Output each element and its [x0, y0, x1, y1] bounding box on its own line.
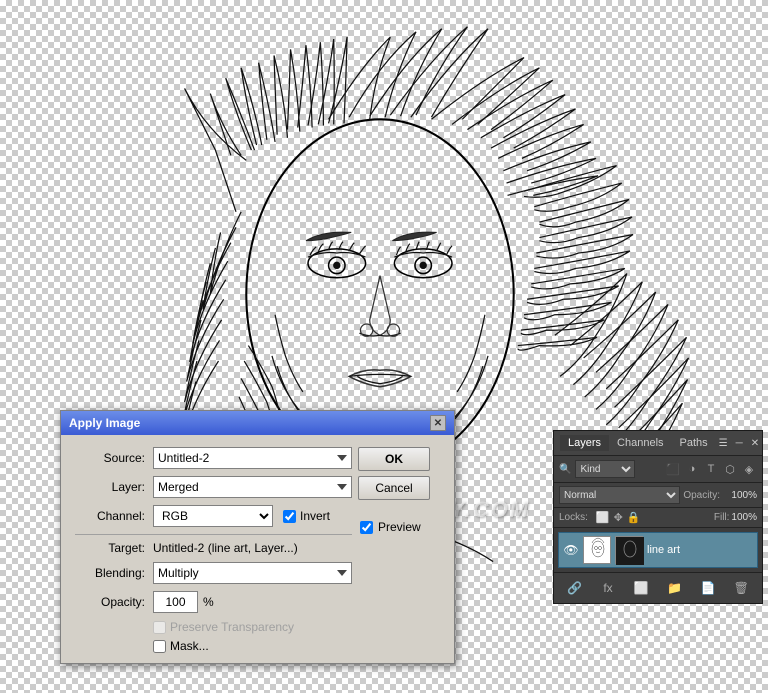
channel-row: Channel: RGB Invert	[75, 505, 352, 527]
panel-controls: ☰ ─ ✕	[716, 437, 762, 450]
mask-checkbox[interactable]	[153, 640, 166, 653]
dialog-body: Source: Untitled-2 Layer: Merged Channel…	[61, 435, 454, 663]
ok-button[interactable]: OK	[358, 447, 430, 471]
layers-footer: 🔗 fx ⬜ 📁 📄 🗑	[554, 572, 762, 603]
blend-mode-select[interactable]: Normal	[559, 486, 680, 504]
layer-name: line art	[647, 544, 753, 556]
preserve-text: Preserve Transparency	[170, 620, 294, 634]
filter-kind-select[interactable]: Kind	[575, 460, 635, 478]
channel-select[interactable]: RGB	[153, 505, 273, 527]
preserve-checkbox[interactable]	[153, 621, 166, 634]
add-group-btn[interactable]: 📁	[664, 577, 686, 599]
opacity-row: Opacity: %	[75, 591, 352, 613]
panel-header: Layers Channels Paths ☰ ─ ✕	[554, 431, 762, 456]
blending-row: Blending: Multiply	[75, 562, 352, 584]
mask-text: Mask...	[170, 639, 209, 653]
filter-icon: 🔍	[559, 464, 571, 475]
panel-menu-btn[interactable]: ☰	[716, 437, 731, 450]
pixel-filter-btn[interactable]: ⬛	[665, 461, 681, 477]
blending-select[interactable]: Multiply	[153, 562, 352, 584]
locks-label: Locks:	[559, 512, 588, 523]
layer-item[interactable]: 👁	[558, 532, 758, 568]
mask-row: Mask...	[75, 639, 352, 653]
cancel-button[interactable]: Cancel	[358, 476, 430, 500]
add-mask-btn[interactable]: ⬜	[630, 577, 652, 599]
opacity-value: 100%	[722, 490, 757, 501]
lock-all-btn[interactable]: 🔒	[627, 511, 641, 524]
tab-layers[interactable]: Layers	[560, 435, 609, 451]
lock-pos-btn[interactable]: ✥	[614, 511, 623, 524]
layer-visibility-toggle[interactable]: 👁	[563, 542, 579, 558]
opacity-input[interactable]	[153, 591, 198, 613]
smart-filter-btn[interactable]: ◈	[741, 461, 757, 477]
panel-tabs: Layers Channels Paths	[560, 435, 716, 451]
panel-collapse-btn[interactable]: ─	[733, 437, 746, 450]
invert-checkbox[interactable]	[283, 510, 296, 523]
opacity-label: Opacity:	[75, 595, 145, 609]
target-label: Target:	[75, 541, 145, 555]
filter-icons: ⬛ ◑ T ⬡ ◈	[665, 461, 757, 477]
divider-1	[75, 534, 352, 535]
source-select[interactable]: Untitled-2	[153, 447, 352, 469]
fill-control: Fill: 100%	[714, 512, 757, 523]
preview-label[interactable]: Preview	[358, 520, 440, 534]
invert-label[interactable]: Invert	[283, 509, 330, 523]
dialog-titlebar: Apply Image ✕	[61, 411, 454, 435]
preserve-transparency-row: Preserve Transparency	[75, 620, 352, 634]
dialog-title: Apply Image	[69, 416, 140, 430]
apply-image-dialog: Apply Image ✕ Source: Untitled-2 Layer: …	[60, 410, 455, 664]
fill-value: 100%	[731, 512, 757, 523]
target-value: Untitled-2 (line art, Layer...)	[153, 541, 298, 555]
layers-lock-row: Locks: ⬜ ✥ 🔒 Fill: 100%	[554, 508, 762, 528]
target-row: Target: Untitled-2 (line art, Layer...)	[75, 541, 352, 555]
lock-pixel-btn[interactable]: ⬜	[596, 511, 610, 524]
opacity-unit: %	[203, 595, 214, 609]
preserve-label[interactable]: Preserve Transparency	[153, 620, 294, 634]
adjust-filter-btn[interactable]: ◑	[684, 461, 700, 477]
layers-filter-row: 🔍 Kind ⬛ ◑ T ⬡ ◈	[554, 456, 762, 483]
layer-row: Layer: Merged	[75, 476, 352, 498]
preview-text: Preview	[378, 520, 421, 534]
dialog-close-button[interactable]: ✕	[430, 415, 446, 431]
tab-channels[interactable]: Channels	[609, 435, 671, 451]
layers-panel: Layers Channels Paths ☰ ─ ✕ 🔍 Kind ⬛ ◑ T…	[553, 430, 763, 604]
layer-select[interactable]: Merged	[153, 476, 352, 498]
fx-btn[interactable]: fx	[597, 577, 619, 599]
mask-label[interactable]: Mask...	[153, 639, 209, 653]
shape-filter-btn[interactable]: ⬡	[722, 461, 738, 477]
preview-checkbox[interactable]	[360, 521, 373, 534]
source-label: Source:	[75, 451, 145, 465]
layers-list: 👁	[554, 528, 762, 572]
new-layer-btn[interactable]: 📄	[697, 577, 719, 599]
layer-thumbnail	[583, 536, 611, 564]
blending-label: Blending:	[75, 566, 145, 580]
link-layers-btn[interactable]: 🔗	[564, 577, 586, 599]
layer-label: Layer:	[75, 480, 145, 494]
fill-label: Fill:	[714, 512, 730, 523]
delete-layer-btn[interactable]: 🗑	[730, 577, 752, 599]
layers-blend-row: Normal Opacity: 100%	[554, 483, 762, 508]
invert-text: Invert	[300, 509, 330, 523]
tab-paths[interactable]: Paths	[672, 435, 716, 451]
channel-label: Channel:	[75, 509, 145, 523]
opacity-label: Opacity:	[683, 490, 720, 501]
layer-mask-thumbnail	[615, 536, 643, 564]
opacity-control: Opacity: 100%	[683, 490, 757, 501]
source-row: Source: Untitled-2	[75, 447, 352, 469]
panel-close-btn[interactable]: ✕	[748, 437, 762, 450]
text-filter-btn[interactable]: T	[703, 461, 719, 477]
